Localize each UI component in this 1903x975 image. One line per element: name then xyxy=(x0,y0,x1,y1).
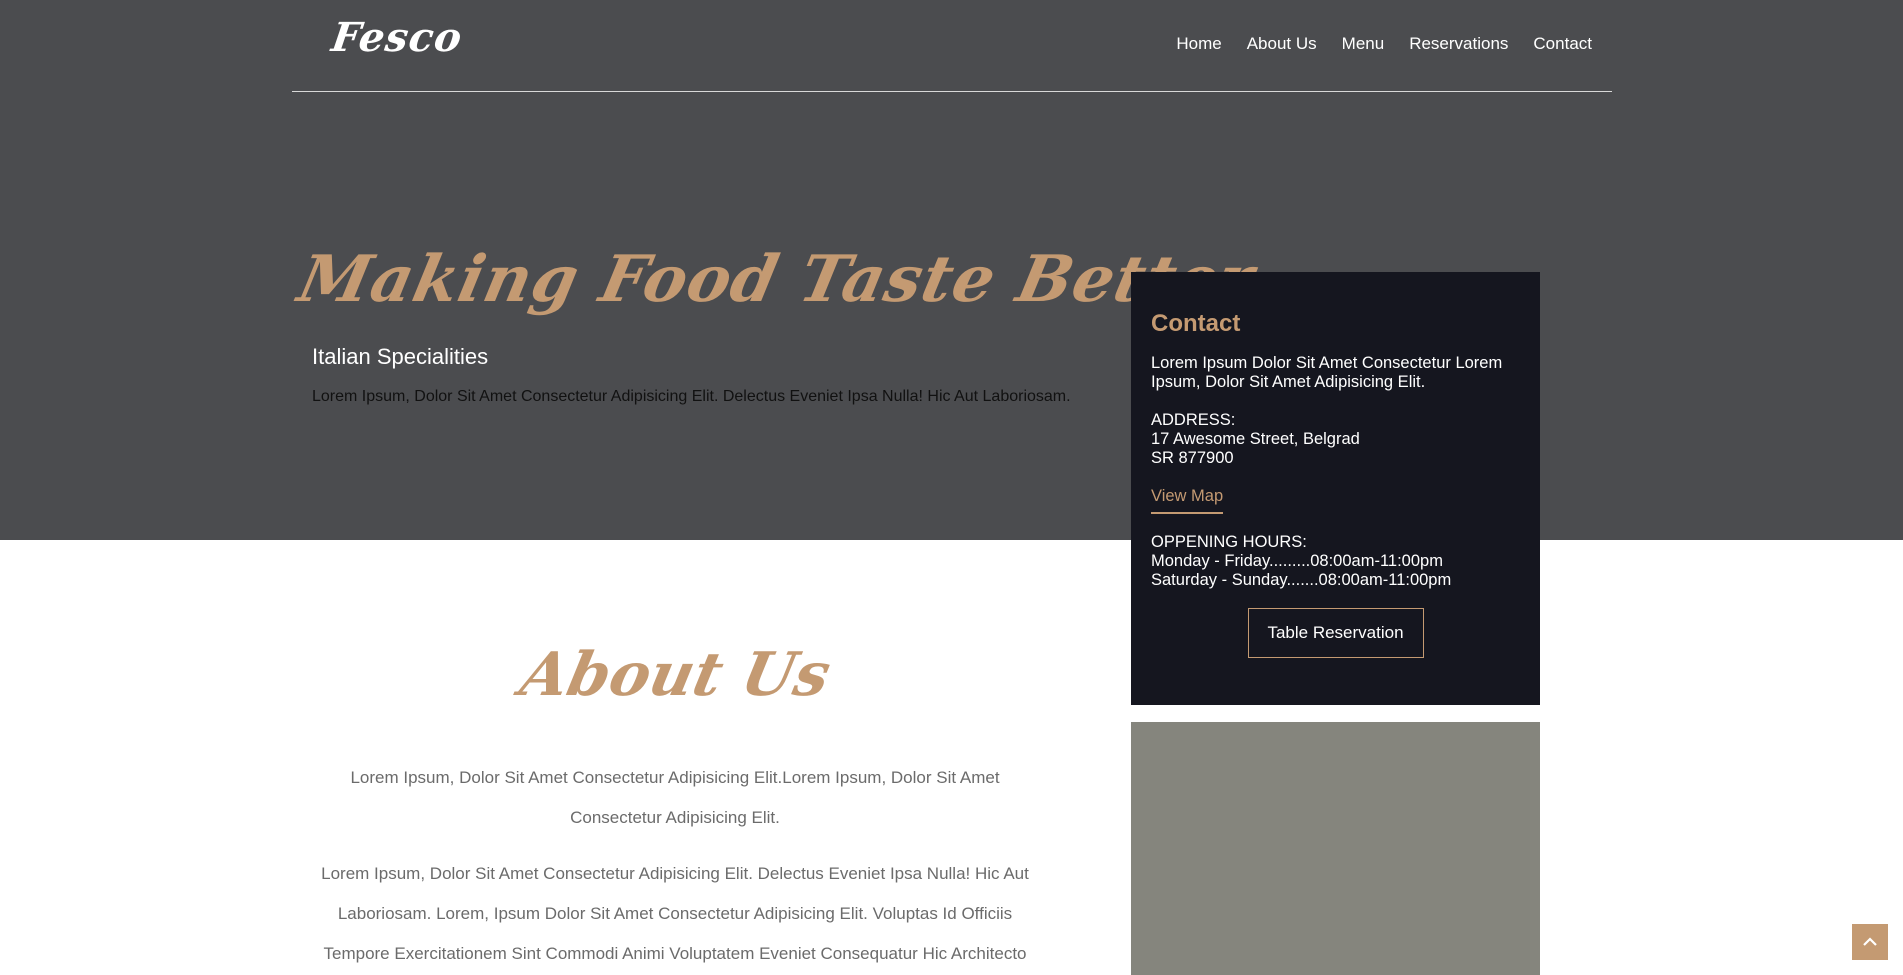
hours-weekday: Monday - Friday.........08:00am-11:00pm xyxy=(1151,552,1443,570)
hero-subtitle: Italian Specialities xyxy=(312,344,489,369)
hero-title: Making Food Taste Better xyxy=(292,242,1261,317)
nav-link-home[interactable]: Home xyxy=(1176,34,1221,54)
about-title-text: About Us xyxy=(514,640,836,710)
address-label: ADDRESS: xyxy=(1151,411,1236,429)
main-nav: Home About Us Menu Reservations Contact xyxy=(1151,34,1592,54)
hours-label: OPPENING HOURS: xyxy=(1151,533,1307,551)
about-title: About Us xyxy=(0,640,1350,710)
nav-link-menu[interactable]: Menu xyxy=(1342,34,1385,54)
contact-title: Contact xyxy=(1151,310,1241,337)
site-logo[interactable]: Fesco xyxy=(329,14,466,61)
hours-weekend: Saturday - Sunday.......08:00am-11:00pm xyxy=(1151,571,1452,589)
hero-description: Lorem Ipsum, Dolor Sit Amet Consectetur … xyxy=(312,388,1071,405)
chevron-up-icon xyxy=(1863,937,1877,946)
opening-hours: OPPENING HOURS: Monday - Friday.........… xyxy=(1151,533,1520,590)
about-paragraph-1: Lorem Ipsum, Dolor Sit Amet Consectetur … xyxy=(350,768,1000,827)
map-area[interactable] xyxy=(1131,722,1540,975)
nav-link-reservations[interactable]: Reservations xyxy=(1409,34,1508,54)
contact-intro: Lorem Ipsum Dolor Sit Amet Consectetur L… xyxy=(1151,354,1503,391)
view-map-link[interactable]: View Map xyxy=(1151,487,1224,514)
top-navbar: Fesco Home About Us Menu Reservations Co… xyxy=(292,0,1612,92)
address-line-2: SR 877900 xyxy=(1151,449,1234,467)
scroll-to-top-button[interactable] xyxy=(1852,924,1888,960)
nav-link-about-us[interactable]: About Us xyxy=(1247,34,1317,54)
nav-link-contact[interactable]: Contact xyxy=(1533,34,1592,54)
address-line-1: 17 Awesome Street, Belgrad xyxy=(1151,430,1360,448)
about-paragraph-2: Lorem Ipsum, Dolor Sit Amet Consectetur … xyxy=(321,864,1029,963)
